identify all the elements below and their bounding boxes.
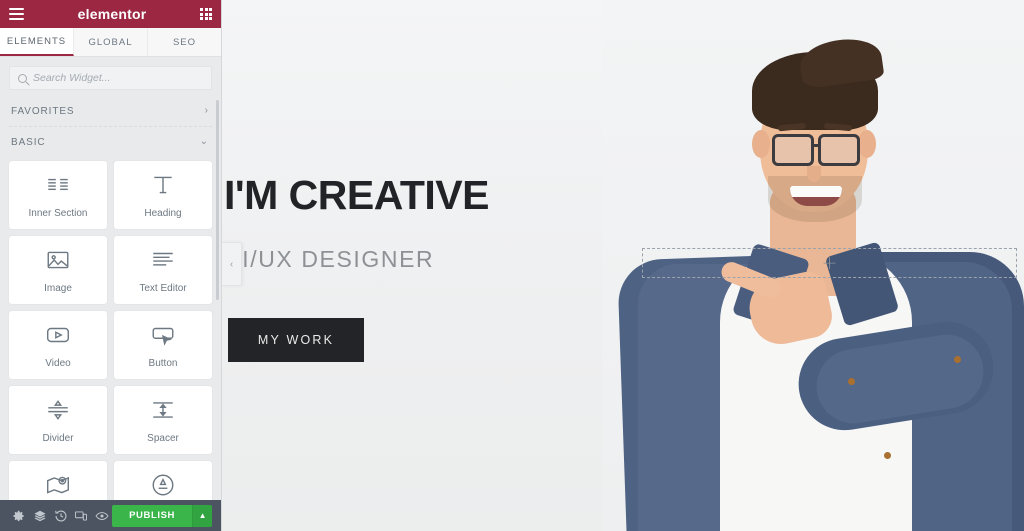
nose — [807, 166, 821, 182]
search-input[interactable] — [33, 72, 203, 84]
chevron-left-icon: ‹ — [229, 258, 234, 270]
panel-header: elementor — [0, 0, 221, 28]
history-icon[interactable] — [50, 500, 71, 531]
hero-heading[interactable]: I'M CREATIVE — [224, 172, 489, 219]
widget-label: Heading — [144, 207, 182, 219]
widget-label: Text Editor — [139, 282, 187, 294]
section-basic[interactable]: BASIC ⌄ — [0, 127, 221, 157]
chevron-right-icon: › — [204, 105, 208, 116]
eyeglass-lens-right — [818, 134, 860, 166]
widget-divider[interactable]: Divider — [9, 386, 107, 454]
tab-global[interactable]: GLOBAL — [74, 28, 148, 56]
text-editor-icon — [150, 247, 176, 273]
widget-spacer[interactable]: Spacer — [114, 386, 212, 454]
widget-inner-section[interactable]: Inner Section — [9, 161, 107, 229]
shirt-button-2 — [884, 452, 891, 459]
eyeglass-bridge — [813, 144, 821, 147]
navigator-layers-icon[interactable] — [30, 500, 51, 531]
chevron-down-icon: ⌄ — [199, 136, 208, 147]
widget-label: Button — [148, 357, 178, 369]
search-icon — [18, 73, 27, 83]
publish-group: PUBLISH ▲ — [112, 504, 213, 527]
icon-widget-icon — [150, 472, 176, 498]
widget-grid: Inner Section Heading Image Text Editor … — [0, 157, 221, 500]
search-box[interactable] — [9, 66, 212, 90]
shirt-button-3 — [954, 356, 961, 363]
search-row — [0, 57, 221, 96]
eyeglass-lens-left — [772, 134, 814, 166]
grid-apps-icon[interactable] — [200, 8, 212, 20]
widget-video[interactable]: Video — [9, 311, 107, 379]
heading-icon — [150, 172, 176, 198]
panel-collapse-handle[interactable]: ‹ — [222, 242, 242, 286]
add-widget-plus-icon[interactable]: + — [822, 253, 838, 273]
hamburger-icon[interactable] — [9, 8, 24, 20]
panel-tabs: ELEMENTS GLOBAL SEO — [0, 28, 221, 57]
widget-label: Divider — [42, 432, 74, 444]
ear-left — [752, 130, 770, 158]
widget-icon[interactable]: Icon — [114, 461, 212, 500]
page-canvas[interactable]: I'M CREATIVE UI/UX DESIGNER MY WORK + ‹ — [222, 0, 1024, 531]
tab-elements[interactable]: ELEMENTS — [0, 28, 74, 56]
hero-section[interactable]: I'M CREATIVE UI/UX DESIGNER MY WORK + — [222, 0, 1024, 531]
widget-label: Video — [45, 357, 71, 369]
smiling-mouth — [790, 186, 842, 206]
inner-section-icon — [45, 172, 71, 198]
widget-heading[interactable]: Heading — [114, 161, 212, 229]
widget-label: Spacer — [147, 432, 179, 444]
elementor-panel: elementor ELEMENTS GLOBAL SEO FAVORITES … — [0, 0, 222, 531]
my-work-button[interactable]: MY WORK — [228, 318, 364, 362]
widget-image[interactable]: Image — [9, 236, 107, 304]
widget-list-scroll[interactable]: FAVORITES › BASIC ⌄ Inner Section Headin… — [0, 96, 221, 500]
elementor-editor: I'M CREATIVE UI/UX DESIGNER MY WORK + ‹ … — [0, 0, 1024, 531]
settings-gear-icon[interactable] — [9, 500, 30, 531]
section-basic-label: BASIC — [11, 136, 46, 148]
elementor-logo: elementor — [77, 6, 147, 22]
divider-icon — [45, 397, 71, 423]
responsive-mode-icon[interactable] — [71, 500, 92, 531]
panel-scrollbar[interactable] — [216, 100, 219, 300]
widget-label: Inner Section — [28, 207, 88, 219]
widget-text-editor[interactable]: Text Editor — [114, 236, 212, 304]
tab-seo[interactable]: SEO — [148, 28, 221, 56]
google-maps-icon — [45, 472, 71, 498]
section-favorites-label: FAVORITES — [11, 105, 75, 117]
video-icon — [45, 322, 71, 348]
ear-right — [858, 130, 876, 158]
shirt-button-1 — [848, 378, 855, 385]
widget-label: Image — [44, 282, 72, 294]
image-icon — [45, 247, 71, 273]
widget-dropzone[interactable]: + — [642, 248, 1017, 278]
publish-dropdown-arrow[interactable]: ▲ — [192, 504, 213, 527]
section-favorites[interactable]: FAVORITES › — [0, 96, 221, 126]
panel-footer: PUBLISH ▲ — [0, 500, 221, 531]
publish-button[interactable]: PUBLISH — [112, 504, 193, 527]
widget-google-maps[interactable]: Google Maps — [9, 461, 107, 500]
spacer-icon — [150, 397, 176, 423]
teeth — [790, 186, 842, 197]
hero-subheading[interactable]: UI/UX DESIGNER — [224, 246, 434, 273]
widget-button[interactable]: Button — [114, 311, 212, 379]
preview-eye-icon[interactable] — [92, 500, 113, 531]
button-icon — [150, 322, 176, 348]
